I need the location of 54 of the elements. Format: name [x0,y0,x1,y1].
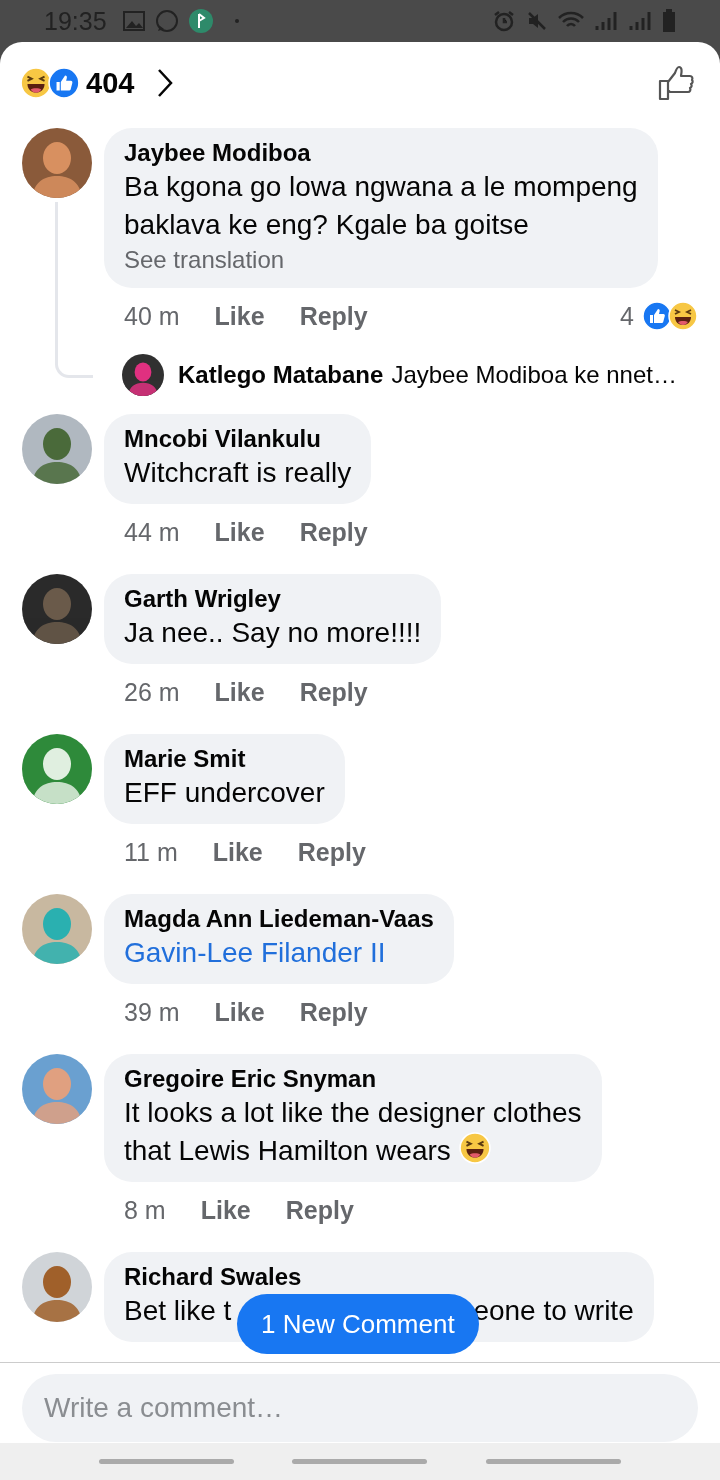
mention-link[interactable]: Gavin-Lee Filander II [124,934,386,972]
mute-icon [526,10,548,32]
comment-input[interactable]: Write a comment… [22,1374,698,1442]
reply-button[interactable]: Reply [299,677,368,707]
comment-time: 26 m [124,677,180,707]
comment-author[interactable]: Magda Ann Liedeman-Vaas [124,904,434,934]
app-icon [188,9,213,33]
laughing-reaction-icon [20,67,52,99]
chevron-right-icon[interactable] [156,67,175,99]
comment-time: 44 m [124,517,180,547]
signal-icon [628,10,652,32]
reply-author[interactable]: Katlego Matabane [178,361,384,389]
comment-time: 40 m [124,301,180,331]
like-button[interactable]: Like [200,1195,251,1225]
comment-author[interactable]: Richard Swales [124,1262,302,1292]
signal-icon [594,10,618,32]
reply-button[interactable]: Reply [299,517,368,547]
chat-icon [154,9,179,33]
laughing-emoji-icon [458,1132,491,1164]
comment-author[interactable]: Gregoire Eric Snyman [124,1064,377,1094]
reaction-count[interactable]: 4 [620,301,634,331]
thumbs-up-icon[interactable] [658,65,694,101]
laughing-reaction-icon [668,301,698,331]
reply-button[interactable]: Reply [297,837,366,867]
comment-text: Witchcraft is really [124,456,352,490]
comment-text: EFF undercover [124,776,325,810]
reply-text[interactable]: Jaybee Modiboa ke nnet… [391,361,677,389]
comment-author[interactable]: Garth Wrigley [124,584,281,614]
like-button[interactable]: Like [214,997,265,1027]
reply-button[interactable]: Reply [299,997,368,1027]
comment-text: Bet like t [124,1294,232,1328]
reply-button[interactable]: Reply [299,301,368,331]
gallery-icon [122,11,145,31]
see-translation-link[interactable]: See translation [124,244,285,276]
comment-text: Ja nee.. Say no more!!!! [124,616,422,650]
comment-time: 8 m [124,1195,166,1225]
like-button[interactable]: Like [214,301,265,331]
comment-time: 39 m [124,997,180,1027]
comment-text: Ba kgona go lowa ngwana a le mompeng baklava ke eng? Kgale ba goitse [124,170,638,242]
like-reaction-icon [642,301,672,331]
comment-author[interactable]: Jaybee Modiboa [124,138,311,168]
like-button[interactable]: Like [214,677,265,707]
comment-text: It looks a lot like the designer clothes that Lewis Hamilton wears [124,1096,582,1168]
reaction-count[interactable]: 404 [86,66,135,100]
comment-author[interactable]: Mncobi Vilankulu [124,424,321,454]
like-button[interactable]: Like [214,517,265,547]
comment-author[interactable]: Marie Smit [124,744,246,774]
like-reaction-icon [48,67,80,99]
dot-icon [234,19,239,23]
reply-button[interactable]: Reply [285,1195,354,1225]
alarm-icon [492,9,516,33]
battery-icon [662,9,676,33]
like-button[interactable]: Like [212,837,263,867]
comment-time: 11 m [124,837,178,867]
